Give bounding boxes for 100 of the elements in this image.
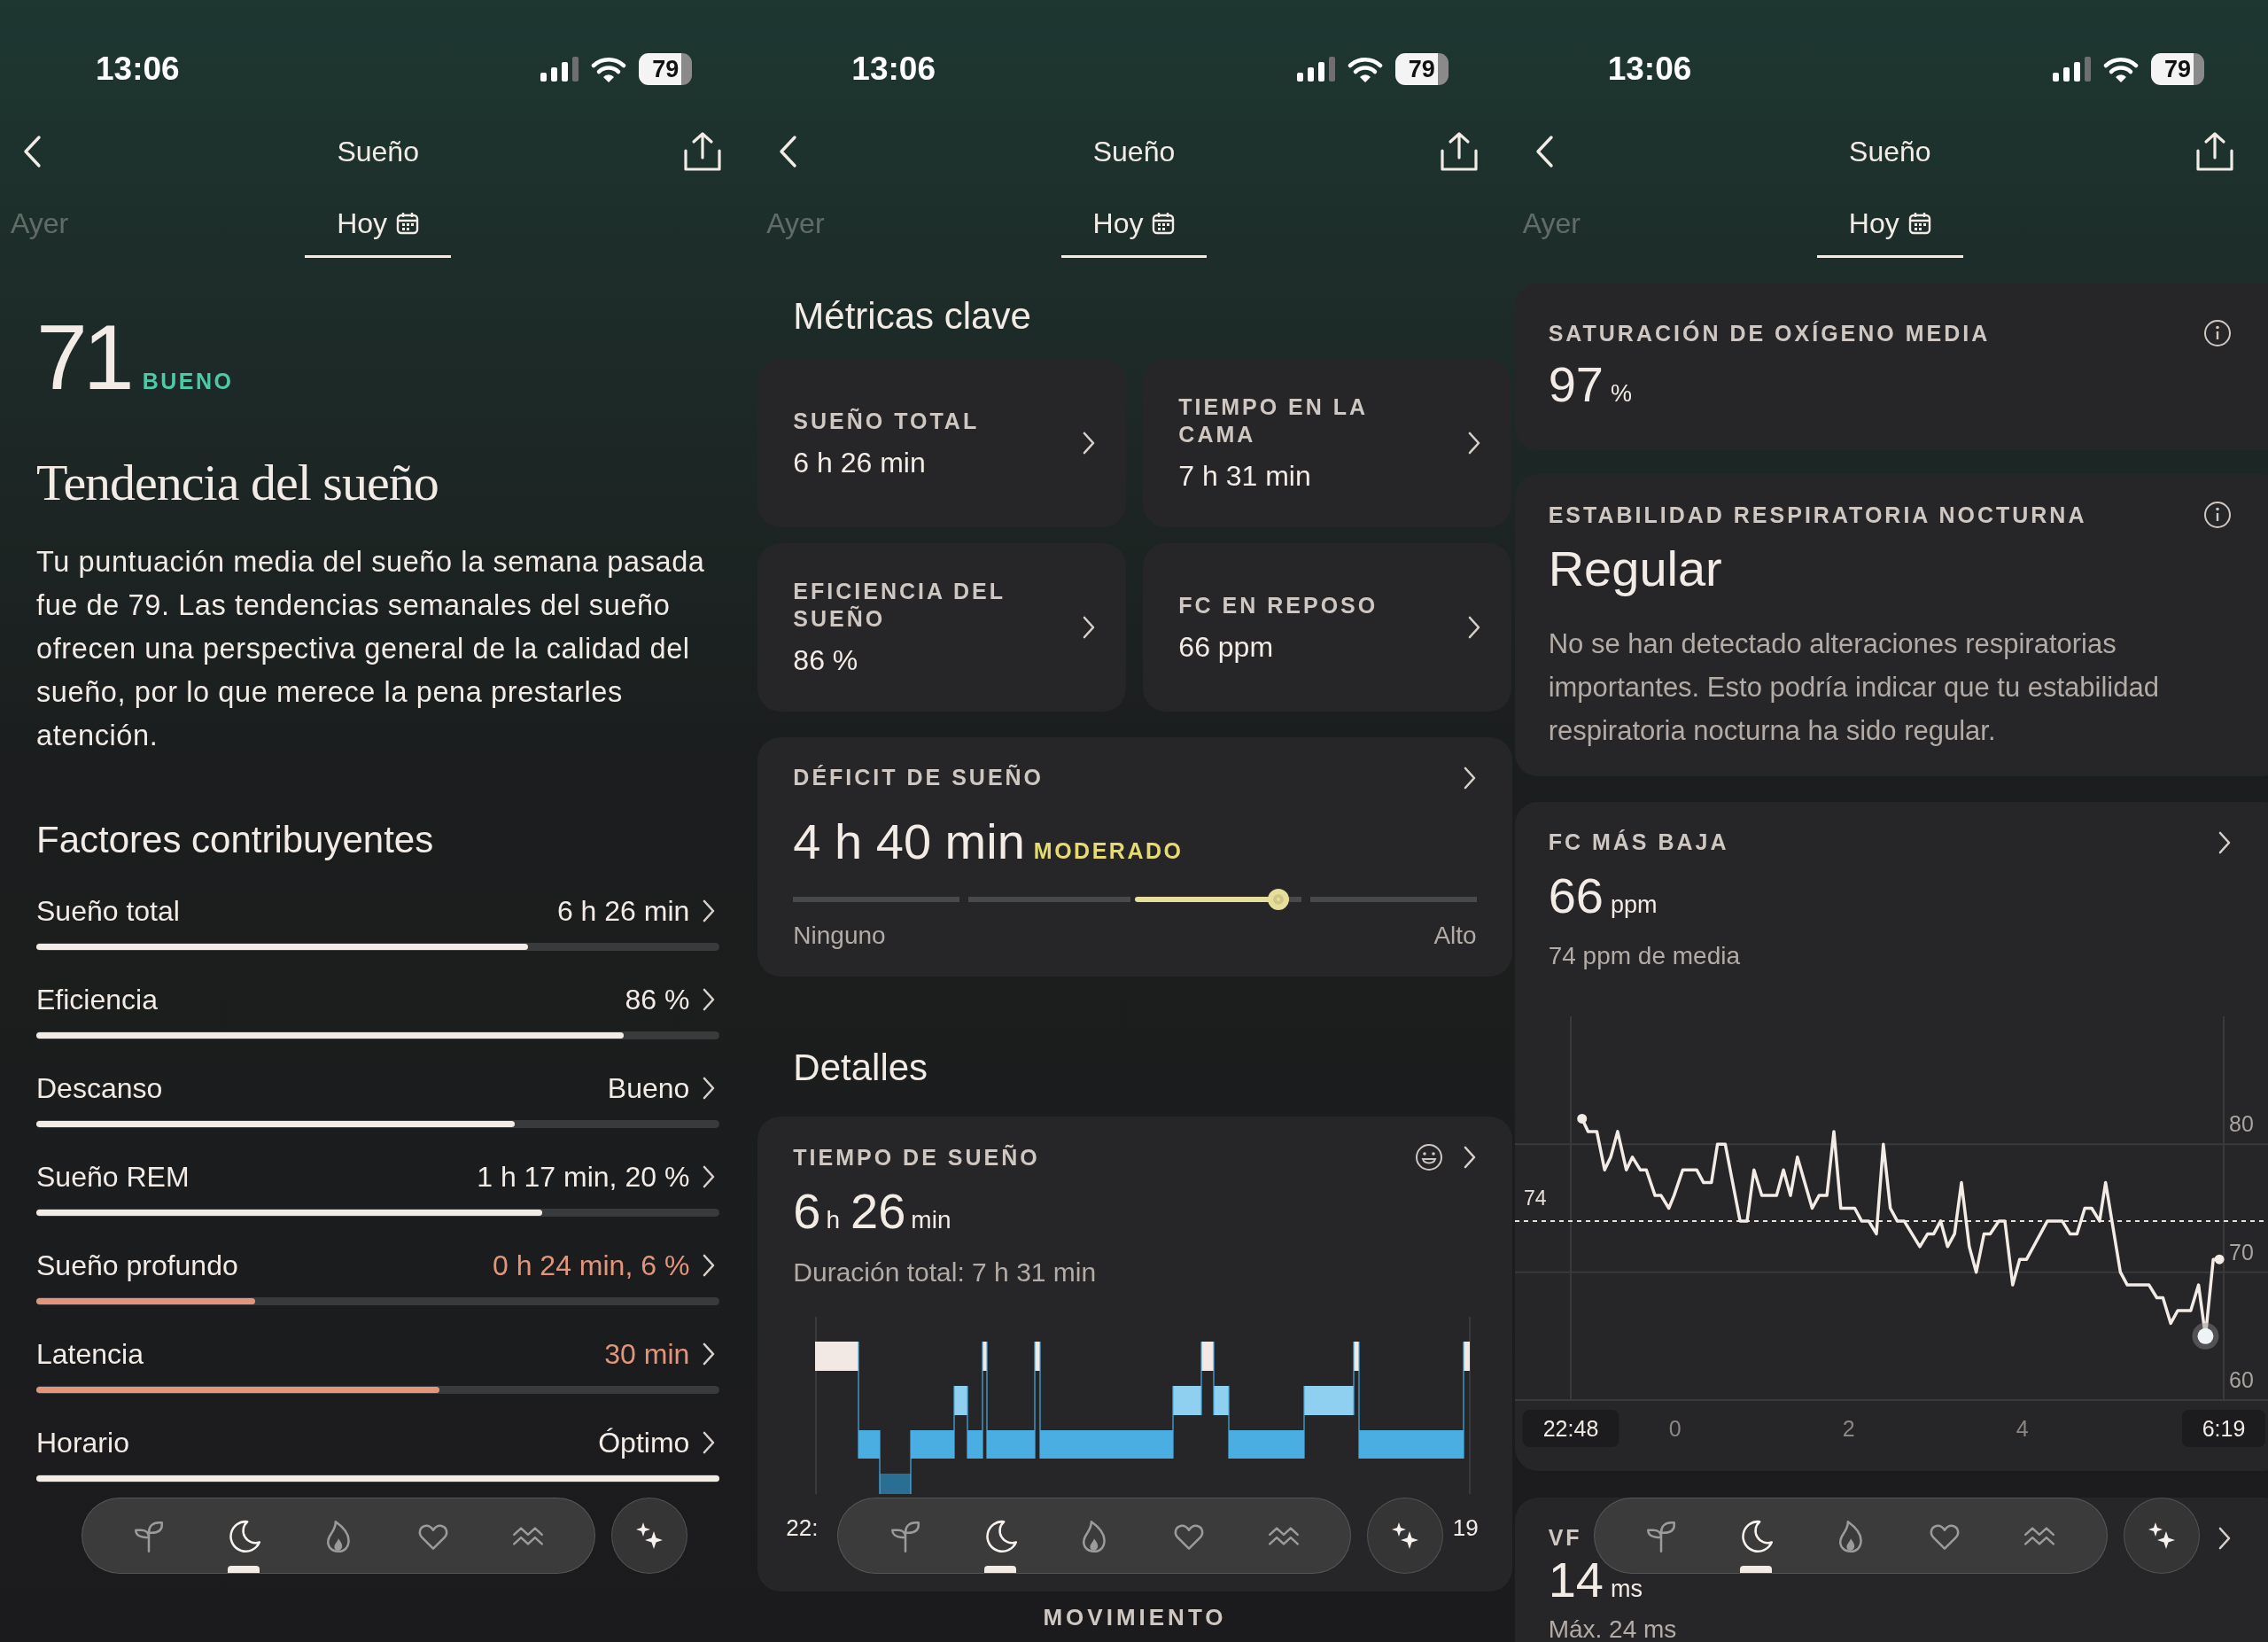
deficit-card[interactable]: DÉFICIT DE SUEÑO 4 h 40 min MODERADO Ninguno Alto (757, 737, 1512, 977)
reading-detail: Máx. 24 ms (1548, 1615, 1678, 1642)
smiley-icon[interactable] (1414, 1143, 1443, 1171)
date-tab[interactable]: Hoy (1816, 191, 1963, 258)
card-label: TIEMPO DE SUEÑO (793, 1143, 1040, 1171)
reading-value: 97% (1548, 358, 1633, 414)
chevron-icon[interactable] (1462, 765, 1477, 790)
chevron-icon[interactable] (1082, 615, 1097, 640)
reading-value: 14 ms (1548, 1557, 1643, 1609)
factor-value: Bueno (607, 1071, 690, 1105)
metric-card[interactable]: EFICIENCIA DEL SUEÑO 86 % (757, 543, 1127, 712)
chevron-icon[interactable] (702, 987, 717, 1012)
back-icon[interactable] (21, 134, 43, 169)
chevron-icon[interactable] (702, 1430, 717, 1455)
date-tab[interactable]: Hoy (305, 191, 452, 258)
trend-title: Tendencia del sueño (36, 453, 439, 513)
metric-value: 86 % (793, 643, 859, 677)
factor-value: 1 h 17 min, 20 % (477, 1160, 690, 1194)
factor-value: 6 h 26 min (556, 894, 690, 928)
section-title: MOVIMIENTO (1042, 1604, 1228, 1631)
status-value: Regular (1548, 541, 1723, 597)
average-label: 74 (1523, 1186, 1547, 1210)
wifi-icon (591, 56, 627, 82)
status-time: 13:06 (1607, 50, 1692, 89)
factor-label: Sueño REM (36, 1160, 190, 1194)
factor-label: Sueño profundo (36, 1249, 238, 1282)
battery-indicator: 79 (2151, 53, 2204, 85)
factor-label: Descanso (36, 1071, 163, 1105)
metric-value: 6 h 26 min (793, 445, 927, 479)
calendar-icon (1152, 212, 1176, 235)
share-icon[interactable] (2195, 131, 2234, 172)
factor-label: Latencia (36, 1337, 144, 1371)
metric-label: EFICIENCIA DEL SUEÑO (793, 578, 1006, 633)
chevron-icon[interactable] (702, 1253, 717, 1278)
sleep-time-value: 6 h 26 min (793, 1184, 952, 1241)
battery-indicator: 79 (1394, 53, 1449, 85)
chevron-icon[interactable] (702, 899, 717, 923)
card-label: VF (1548, 1524, 1582, 1552)
wifi-icon (1347, 56, 1383, 82)
axis-label: 80 (2228, 1111, 2254, 1137)
status-time: 13:06 (96, 50, 180, 89)
trend-summary: Tu puntuación media del sueño la semana pasada fue de 79. Las tendencias semanales del sueño ofrecen una perspectiva general de la calidad del sueño, por lo que merece la pena prestarles atención. (36, 545, 706, 753)
metric-label: TIEMPO EN LA CAMA (1178, 393, 1369, 448)
metric-card[interactable]: FC EN REPOSO 66 ppm (1143, 543, 1512, 712)
back-icon[interactable] (777, 134, 799, 169)
chevron-icon[interactable] (1462, 1145, 1477, 1170)
share-icon[interactable] (1439, 131, 1479, 172)
chevron-icon[interactable] (1467, 431, 1482, 455)
battery-indicator: 79 (639, 53, 693, 85)
wifi-icon (2103, 56, 2139, 82)
chevron-icon[interactable] (2217, 1525, 2232, 1551)
chevron-icon[interactable] (2217, 829, 2232, 855)
scale-min-label: Ninguno (793, 921, 886, 951)
factor-value: 86 % (625, 983, 690, 1016)
vital-card[interactable]: FC MÁS BAJA 66 ppm 74 ppm de media 60 70 80 74 22:48 0 2 4 6:19 (1514, 802, 2268, 1471)
lowest-point-marker (2192, 1322, 2219, 1350)
metric-card[interactable]: SUEÑO TOTAL 6 h 26 min (757, 359, 1127, 527)
factor-value: 0 h 24 min, 6 % (493, 1249, 690, 1282)
signal-icon (2053, 57, 2091, 82)
axis-label: 70 (2228, 1239, 2254, 1265)
factor-value: 30 min (604, 1337, 690, 1371)
card-label: ESTABILIDAD RESPIRATORIA NOCTURNA (1548, 501, 2087, 529)
screen-title: Sueño (1849, 135, 1931, 168)
info-icon[interactable] (2202, 319, 2232, 347)
reading-detail: 74 ppm de media (1548, 941, 1741, 971)
status-description: No se han detectado alteraciones respiratorias importantes. Esto podría indicar que tu estabilidad respiratoria nocturna ha sido regular. (1548, 627, 2160, 748)
section-title: Detalles (793, 1046, 929, 1090)
axis-label: 19 (1452, 1514, 1479, 1543)
chevron-icon[interactable] (1082, 431, 1097, 455)
total-duration: Duración total: 7 h 31 min (793, 1257, 1098, 1288)
factor-label: Sueño total (36, 894, 180, 928)
axis-label: 2 (1842, 1416, 1855, 1441)
metric-label: FC EN REPOSO (1178, 591, 1379, 619)
line-endpoint (1576, 1113, 1587, 1124)
vital-card[interactable]: SATURACIÓN DE OXÍGENO MEDIA 97% (1514, 284, 2268, 450)
screen-title: Sueño (1092, 135, 1176, 168)
time-label: 22:48 (1522, 1410, 1619, 1447)
signal-icon (1296, 57, 1335, 82)
section-title: Factores contribuyentes (36, 818, 435, 862)
chevron-icon[interactable] (702, 1076, 717, 1101)
factor-value: Óptimo (598, 1426, 690, 1459)
metric-card[interactable]: TIEMPO EN LA CAMA 7 h 31 min (1143, 359, 1512, 527)
chevron-icon[interactable] (702, 1342, 717, 1366)
chevron-icon[interactable] (702, 1164, 717, 1189)
factor-label: Eficiencia (36, 983, 158, 1016)
factor-label: Horario (36, 1426, 129, 1459)
metric-value: 66 ppm (1178, 629, 1275, 664)
share-icon[interactable] (683, 131, 723, 172)
deficit-value: 4 h 40 min (793, 813, 1025, 870)
info-icon[interactable] (2202, 501, 2232, 529)
score-value: 71 (36, 311, 130, 403)
axis-label: 0 (1668, 1416, 1682, 1441)
date-tab[interactable]: Hoy (1060, 191, 1208, 258)
time-label: 6:19 (2181, 1410, 2265, 1447)
screen-title: Sueño (337, 135, 419, 168)
deficit-rating: MODERADO (1033, 838, 1184, 864)
chevron-icon[interactable] (1467, 615, 1482, 640)
vital-card[interactable]: ESTABILIDAD RESPIRATORIA NOCTURNA Regular No se han detectado alteraciones respiratorias importantes. Esto podría indicar que tu estabilidad respiratoria nocturna ha sido regular. (1514, 474, 2268, 776)
card-label: SATURACIÓN DE OXÍGENO MEDIA (1548, 319, 1991, 347)
signal-icon (540, 57, 579, 82)
